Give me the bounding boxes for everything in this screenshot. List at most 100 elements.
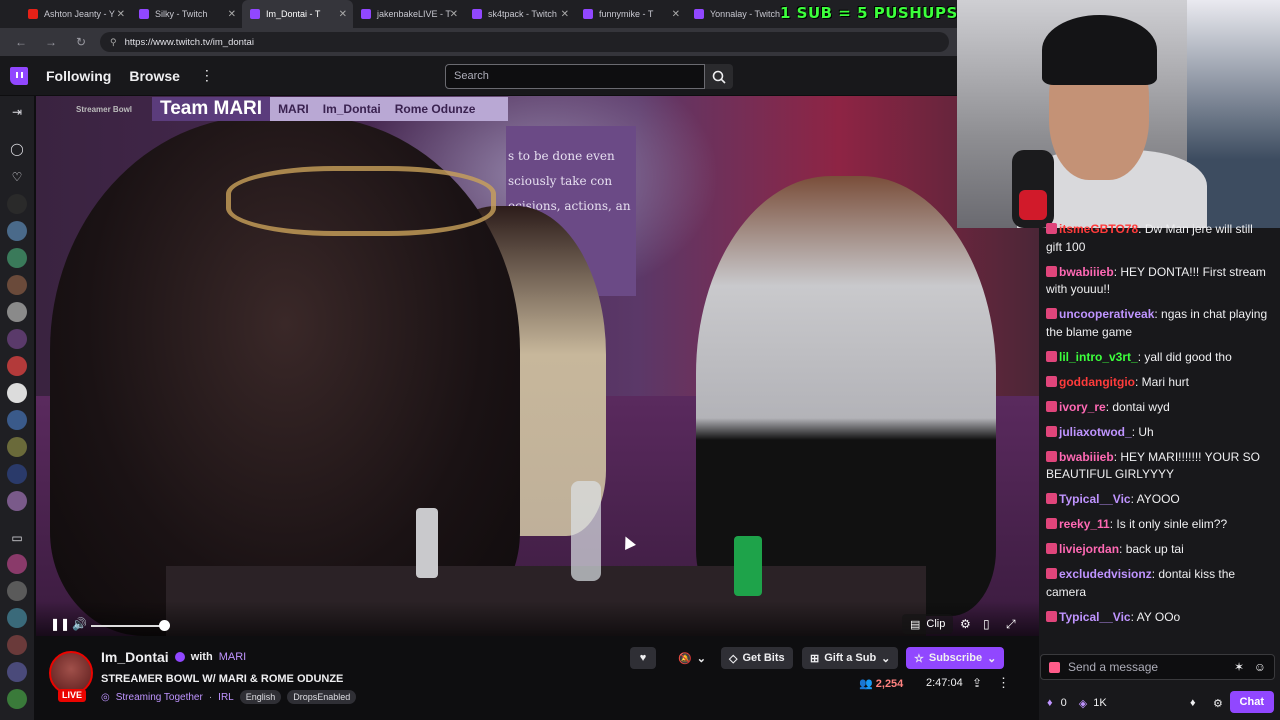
- following-link[interactable]: Following: [46, 68, 111, 84]
- chat-badge-icon[interactable]: [1046, 375, 1057, 387]
- chat-send-button[interactable]: Chat: [1229, 691, 1274, 713]
- chat-username[interactable]: lil_intro_v3rt_: [1059, 350, 1138, 364]
- heart-icon[interactable]: ♡: [9, 169, 25, 185]
- chat-username[interactable]: Typical__Vic: [1059, 610, 1131, 624]
- browser-tab[interactable]: sk4tpack - Twitch ✕: [464, 0, 575, 28]
- chat-username[interactable]: juliaxotwod_: [1059, 425, 1132, 439]
- chat-username[interactable]: excludedvisionz: [1059, 567, 1152, 581]
- bits-icon[interactable]: ✶: [1234, 660, 1244, 674]
- camera-icon[interactable]: ▭: [9, 530, 25, 546]
- browse-link[interactable]: Browse: [129, 68, 180, 84]
- chat-badge-icon[interactable]: [1046, 400, 1057, 412]
- chat-badge-icon[interactable]: [1046, 493, 1057, 504]
- points-icon[interactable]: ◈: [1079, 697, 1087, 710]
- chat-username[interactable]: Typical__Vic: [1059, 492, 1131, 506]
- channel-avatar[interactable]: [7, 437, 27, 457]
- chat-settings-gear-icon[interactable]: ⚙: [1213, 697, 1223, 710]
- channel-avatar[interactable]: [7, 275, 27, 295]
- collab-name[interactable]: MARI: [219, 651, 247, 663]
- get-bits-button[interactable]: ◇ Get Bits: [721, 647, 793, 669]
- volume-icon[interactable]: 🔊: [72, 617, 87, 631]
- channel-avatar[interactable]: [7, 410, 27, 430]
- hype-icon[interactable]: ♦: [1190, 697, 1196, 709]
- chat-badge-icon[interactable]: [1046, 543, 1057, 554]
- close-tab-icon[interactable]: ✕: [561, 9, 569, 20]
- clip-button[interactable]: ▤ Clip: [902, 614, 954, 634]
- chat-username[interactable]: bwabiiieb: [1059, 265, 1114, 279]
- channel-avatar[interactable]: [7, 608, 27, 628]
- search-button[interactable]: [705, 64, 733, 89]
- url-field[interactable]: ⚲ https://www.twitch.tv/im_dontai: [100, 32, 949, 52]
- fullscreen-icon[interactable]: ⤢: [1006, 617, 1016, 632]
- chat-badge-icon[interactable]: [1046, 308, 1057, 319]
- close-tab-icon[interactable]: ✕: [339, 9, 347, 20]
- close-tab-icon[interactable]: ✕: [228, 9, 236, 20]
- channel-avatar[interactable]: [7, 464, 27, 484]
- chat-badge-icon[interactable]: [1046, 568, 1057, 579]
- streaming-together-link[interactable]: Streaming Together: [116, 692, 203, 703]
- channel-avatar[interactable]: [7, 329, 27, 349]
- chat-username[interactable]: goddangitgio: [1059, 375, 1135, 389]
- chat-username[interactable]: reeky_11: [1059, 517, 1110, 531]
- share-icon[interactable]: ⇪: [972, 676, 982, 690]
- channel-avatar[interactable]: [7, 689, 27, 709]
- streamer-name[interactable]: Im_Dontai: [101, 649, 169, 665]
- chat-badge-icon[interactable]: [1046, 223, 1057, 234]
- notifications-button[interactable]: 🔕 ⌄: [670, 647, 714, 669]
- site-info-icon[interactable]: ⚲: [110, 37, 117, 48]
- settings-gear-icon[interactable]: ⚙: [960, 617, 971, 631]
- channel-avatar[interactable]: [7, 581, 27, 601]
- browser-tab[interactable]: Ashton Jeanty - Y ✕: [20, 0, 131, 28]
- emote-icon[interactable]: ☺: [1254, 660, 1266, 674]
- chat-input[interactable]: Send a message ✶ ☺: [1040, 654, 1275, 680]
- chat-username[interactable]: ivory_re: [1059, 400, 1106, 414]
- browser-tab-active[interactable]: Im_Dontai - T ✕: [242, 0, 353, 28]
- theatre-mode-icon[interactable]: ▯: [983, 617, 990, 631]
- pause-icon[interactable]: ❚❚: [50, 617, 70, 631]
- chat-username[interactable]: liviejordan: [1059, 542, 1119, 556]
- more-options-icon[interactable]: ⋮: [200, 67, 214, 84]
- volume-slider[interactable]: [91, 625, 165, 627]
- channel-avatar[interactable]: [7, 383, 27, 403]
- follow-heart-button[interactable]: ♥: [630, 647, 656, 669]
- channel-avatar[interactable]: [7, 302, 27, 322]
- close-tab-icon[interactable]: ✕: [672, 9, 680, 20]
- browser-tab[interactable]: funnymike - T ✕: [575, 0, 686, 28]
- channel-avatar[interactable]: [7, 662, 27, 682]
- close-tab-icon[interactable]: ✕: [450, 9, 458, 20]
- channel-avatar[interactable]: [7, 356, 27, 376]
- browser-tab[interactable]: jakenbakeLIVE - T ✕: [353, 0, 464, 28]
- forward-arrow-icon[interactable]: →: [42, 35, 60, 49]
- browser-tab[interactable]: Silky - Twitch ✕: [131, 0, 242, 28]
- reload-icon[interactable]: ↻: [72, 35, 90, 49]
- channel-avatar[interactable]: [7, 635, 27, 655]
- chat-badge-icon[interactable]: [1046, 518, 1057, 529]
- chat-badge-icon[interactable]: [1046, 450, 1057, 462]
- chat-badge-icon[interactable]: [1046, 425, 1057, 437]
- channel-avatar[interactable]: [7, 491, 27, 511]
- gift-sub-button[interactable]: ⊞ Gift a Sub ⌄: [802, 647, 899, 669]
- volume-slider-handle[interactable]: [159, 620, 170, 631]
- twitch-logo-icon[interactable]: [10, 66, 28, 85]
- chat-username[interactable]: itsmeGBTO78: [1059, 222, 1138, 236]
- subscribe-button[interactable]: ☆ Subscribe ⌄: [906, 647, 1005, 669]
- tag-chip[interactable]: DropsEnabled: [287, 690, 357, 704]
- channel-avatar[interactable]: [7, 554, 27, 574]
- close-tab-icon[interactable]: ✕: [117, 9, 125, 20]
- chat-username[interactable]: uncooperativeak: [1059, 307, 1154, 321]
- tag-chip[interactable]: English: [239, 690, 282, 704]
- channel-points-icon[interactable]: ♦: [1047, 697, 1053, 709]
- chat-badge-icon[interactable]: [1046, 610, 1057, 622]
- following-icon[interactable]: ◯: [9, 141, 25, 157]
- chat-username[interactable]: bwabiiieb: [1059, 450, 1114, 464]
- chat-badge-icon[interactable]: [1046, 350, 1057, 362]
- category-link[interactable]: IRL: [218, 692, 234, 703]
- expand-sidebar-icon[interactable]: ⇥: [9, 104, 25, 120]
- chat-identity-icon[interactable]: [1049, 661, 1060, 673]
- channel-avatar[interactable]: [7, 248, 27, 268]
- chat-badge-icon[interactable]: [1046, 265, 1057, 277]
- search-input[interactable]: Search: [445, 64, 705, 89]
- more-options-icon[interactable]: ⋮: [997, 675, 1010, 691]
- video-player[interactable]: s to be done even sciously take con ecis…: [36, 96, 1039, 636]
- back-arrow-icon[interactable]: ←: [12, 35, 30, 49]
